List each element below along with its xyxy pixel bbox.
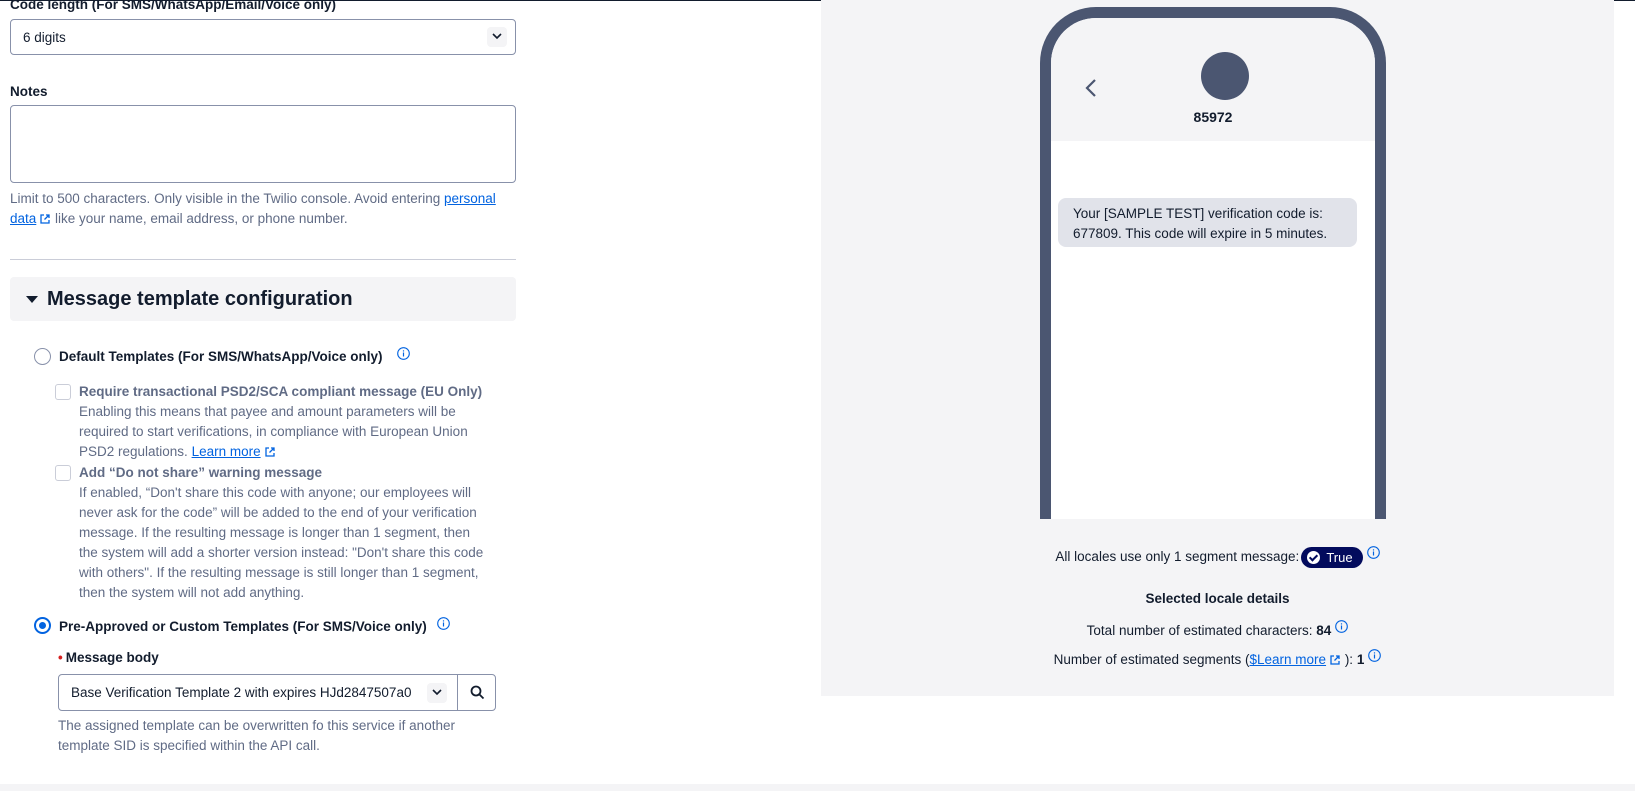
chevron-down-icon[interactable] xyxy=(427,683,447,703)
external-link-icon xyxy=(1330,655,1340,665)
psd2-description: Enabling this means that payee and amoun… xyxy=(79,402,489,462)
message-body-combobox[interactable]: Base Verification Template 2 with expire… xyxy=(58,674,496,711)
info-icon[interactable] xyxy=(1368,649,1382,662)
avatar xyxy=(1201,52,1249,100)
do-not-share-description: If enabled, “Don't share this code with … xyxy=(79,485,484,600)
info-icon[interactable] xyxy=(397,347,410,360)
caret-down-icon xyxy=(26,296,38,303)
template-config-disclosure[interactable]: Message template configuration xyxy=(10,277,516,321)
external-link-icon xyxy=(40,214,50,224)
chars-row: Total number of estimated characters: 84 xyxy=(821,620,1614,638)
divider xyxy=(10,259,516,260)
chars-value: 84 xyxy=(1316,623,1332,638)
chars-label: Total number of estimated characters: xyxy=(1086,623,1313,638)
psd2-checkbox[interactable] xyxy=(55,384,71,400)
info-icon[interactable] xyxy=(1335,620,1349,633)
segments-label-after: ): xyxy=(1344,652,1354,667)
external-link-icon xyxy=(264,447,275,457)
default-templates-label: Default Templates (For SMS/WhatsApp/Voic… xyxy=(59,349,383,364)
segments-label-before: Number of estimated segments ( xyxy=(1053,652,1250,667)
status-badge: True xyxy=(1301,546,1363,568)
combo-separator xyxy=(457,675,458,710)
do-not-share-label: Add “Do not share” warning message xyxy=(79,465,323,480)
settings-form: Code length (For SMS/WhatsApp/Email/Voic… xyxy=(0,0,560,791)
phone-header: 85972 xyxy=(1051,18,1375,141)
do-not-share-checkbox[interactable] xyxy=(55,465,71,481)
message-bubble: Your [SAMPLE TEST] verification code is:… xyxy=(1058,198,1357,247)
default-templates-radio[interactable] xyxy=(34,348,51,365)
code-length-value: 6 digits xyxy=(23,30,66,45)
code-length-label: Code length (For SMS/WhatsApp/Email/Voic… xyxy=(10,0,337,12)
sender-number: 85972 xyxy=(1193,109,1233,125)
segments-learn-more-link[interactable]: $Learn more xyxy=(1250,652,1327,667)
segments-row: Number of estimated segments ($Learn mor… xyxy=(821,649,1614,667)
segment-label: All locales use only 1 segment message: xyxy=(1055,549,1300,564)
badge-text: True xyxy=(1326,549,1353,565)
notes-help-before: Limit to 500 characters. Only visible in… xyxy=(10,191,444,206)
custom-templates-radio[interactable] xyxy=(34,617,51,634)
message-body-label-text: Message body xyxy=(65,650,159,665)
message-body-label: • Message body xyxy=(58,650,159,665)
psd2-label: Require transactional PSD2/SCA compliant… xyxy=(79,384,483,399)
bottom-strip xyxy=(0,784,1635,791)
search-icon[interactable] xyxy=(470,685,485,700)
custom-templates-label: Pre-Approved or Custom Templates (For SM… xyxy=(59,619,427,634)
info-icon[interactable] xyxy=(437,617,450,630)
notes-textarea[interactable] xyxy=(10,105,516,183)
locale-heading: Selected locale details xyxy=(1145,591,1290,606)
section-title: Message template configuration xyxy=(47,288,353,310)
notes-help-text: Limit to 500 characters. Only visible in… xyxy=(10,189,520,229)
check-circle-icon xyxy=(1307,550,1321,564)
segment-summary: All locales use only 1 segment message: T… xyxy=(821,546,1614,568)
required-mark: • xyxy=(58,650,63,665)
notes-help-after: like your name, email address, or phone … xyxy=(51,211,348,226)
chevron-down-icon[interactable] xyxy=(487,27,507,47)
preview-panel: 85972 Your [SAMPLE TEST] verification co… xyxy=(821,0,1614,696)
message-body-help: The assigned template can be overwritten… xyxy=(58,718,455,753)
learn-more-link[interactable]: Learn more xyxy=(192,444,261,459)
segments-value: 1 xyxy=(1356,652,1365,667)
info-icon[interactable] xyxy=(1366,546,1380,559)
back-arrow-icon xyxy=(1085,79,1096,97)
code-length-select[interactable]: 6 digits xyxy=(10,19,516,55)
message-body-value: Base Verification Template 2 with expire… xyxy=(71,685,412,700)
phone-preview: 85972 Your [SAMPLE TEST] verification co… xyxy=(1040,7,1386,519)
notes-label: Notes xyxy=(10,84,48,99)
